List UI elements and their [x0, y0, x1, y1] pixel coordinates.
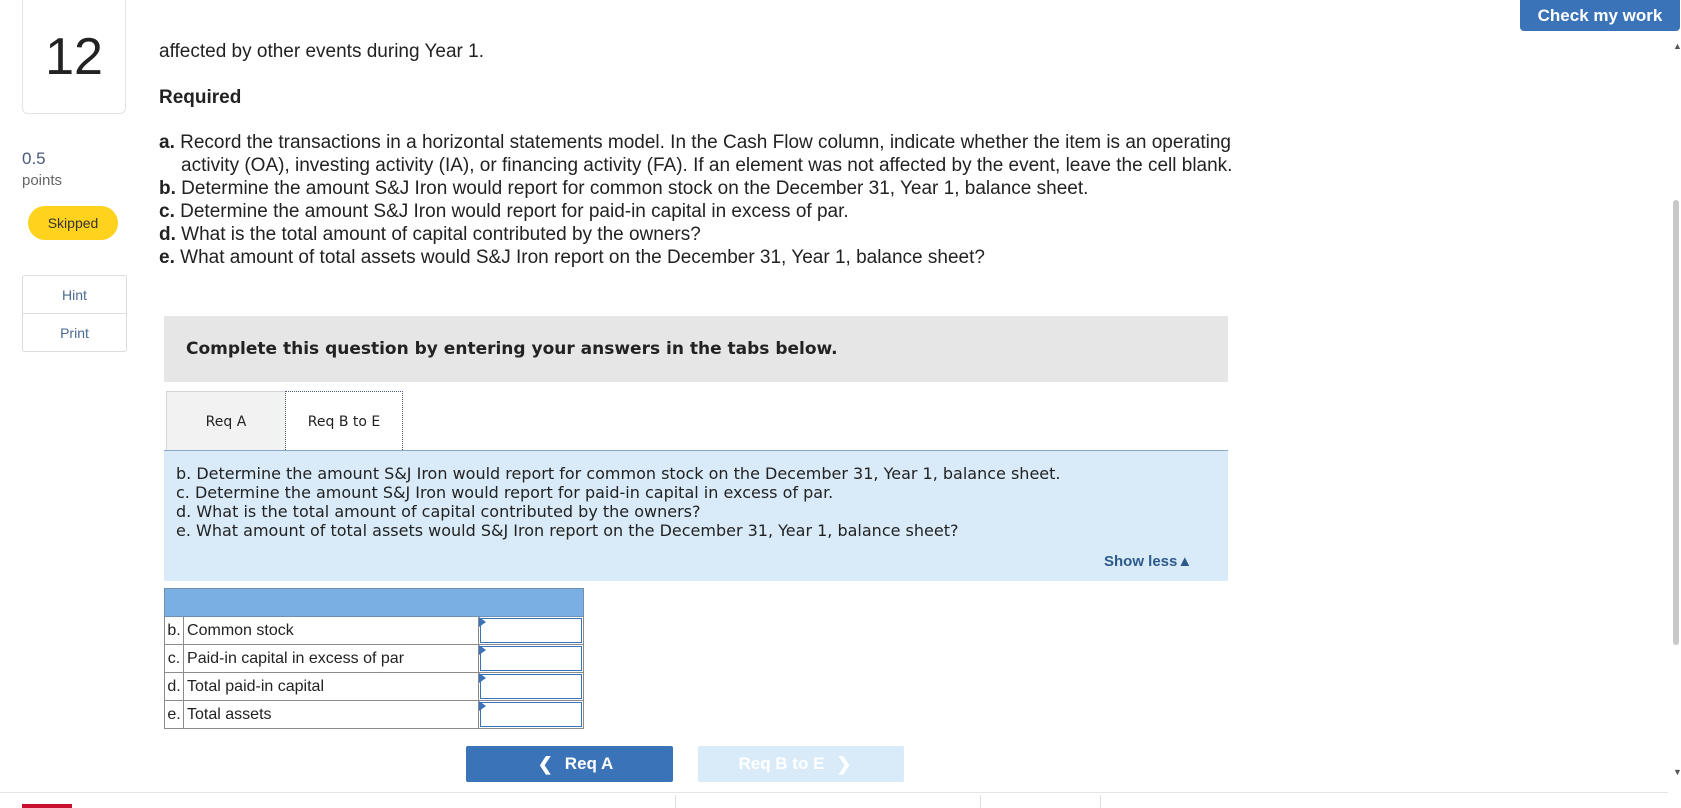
paid-in-capital-excess-input[interactable]	[479, 646, 582, 671]
tab-content-panel: b. Determine the amount S&J Iron would r…	[164, 451, 1228, 581]
required-heading: Required	[159, 87, 242, 108]
requirement-item: c. Determine the amount S&J Iron would r…	[159, 201, 849, 222]
next-tab-button[interactable]: Req B to E ❯	[698, 746, 904, 782]
answer-table: b. Common stock c. Paid-in capital in ex…	[163, 588, 585, 729]
hint-print-box: Hint Print	[22, 275, 127, 352]
show-less-link[interactable]: Show less▲	[1104, 553, 1192, 570]
points-value: 0.5	[22, 149, 46, 168]
tab-instructions: b. Determine the amount S&J Iron would r…	[176, 464, 1061, 540]
requirement-item: a. Record the transactions in a horizont…	[159, 132, 1233, 176]
table-row: c. Paid-in capital in excess of par	[163, 644, 585, 673]
input-flag-icon	[478, 645, 486, 655]
total-paid-in-capital-input[interactable]	[479, 674, 582, 699]
footer-logo-mark	[22, 804, 72, 808]
footer-divider	[0, 792, 1668, 793]
triangle-up-icon: ▲	[1177, 553, 1193, 570]
chevron-right-icon: ❯	[836, 753, 852, 774]
instruction-panel: Complete this question by entering your …	[164, 316, 1228, 382]
question-number: 12	[45, 27, 103, 86]
table-row: e. Total assets	[163, 700, 585, 729]
status-badge: Skipped	[28, 206, 118, 240]
footer-divider-tick	[1100, 795, 1101, 808]
question-intro: affected by other events during Year 1.	[159, 41, 484, 62]
footer-divider-tick	[675, 795, 676, 808]
footer-divider-tick	[980, 795, 981, 808]
common-stock-input[interactable]	[479, 618, 582, 643]
total-assets-input[interactable]	[479, 702, 582, 727]
requirement-item: d. What is the total amount of capital c…	[159, 224, 701, 245]
question-number-box: 12	[22, 0, 126, 114]
scroll-up-icon[interactable]: ▲	[1673, 42, 1681, 51]
tab-req-b-to-e[interactable]: Req B to E	[285, 391, 403, 452]
table-row: b. Common stock	[163, 616, 585, 645]
tab-req-a[interactable]: Req A	[166, 391, 286, 451]
scrollbar-thumb[interactable]	[1673, 200, 1679, 645]
table-header-row	[164, 588, 584, 617]
input-flag-icon	[478, 673, 486, 683]
table-row: d. Total paid-in capital	[163, 672, 585, 701]
requirements-list: a. Record the transactions in a horizont…	[159, 131, 1279, 269]
requirement-item: b. Determine the amount S&J Iron would r…	[159, 178, 1089, 199]
input-flag-icon	[478, 701, 486, 711]
hint-button[interactable]: Hint	[23, 276, 126, 313]
requirement-item: e. What amount of total assets would S&J…	[159, 247, 985, 268]
chevron-left-icon: ❮	[537, 753, 553, 774]
input-flag-icon	[478, 617, 486, 627]
instruction-text: Complete this question by entering your …	[186, 339, 838, 359]
points-label: points	[22, 172, 63, 189]
prev-tab-button[interactable]: ❮ Req A	[466, 746, 673, 782]
scroll-down-icon[interactable]: ▼	[1673, 768, 1681, 777]
print-button[interactable]: Print	[23, 313, 126, 351]
check-my-work-button[interactable]: Check my work	[1520, 0, 1680, 31]
